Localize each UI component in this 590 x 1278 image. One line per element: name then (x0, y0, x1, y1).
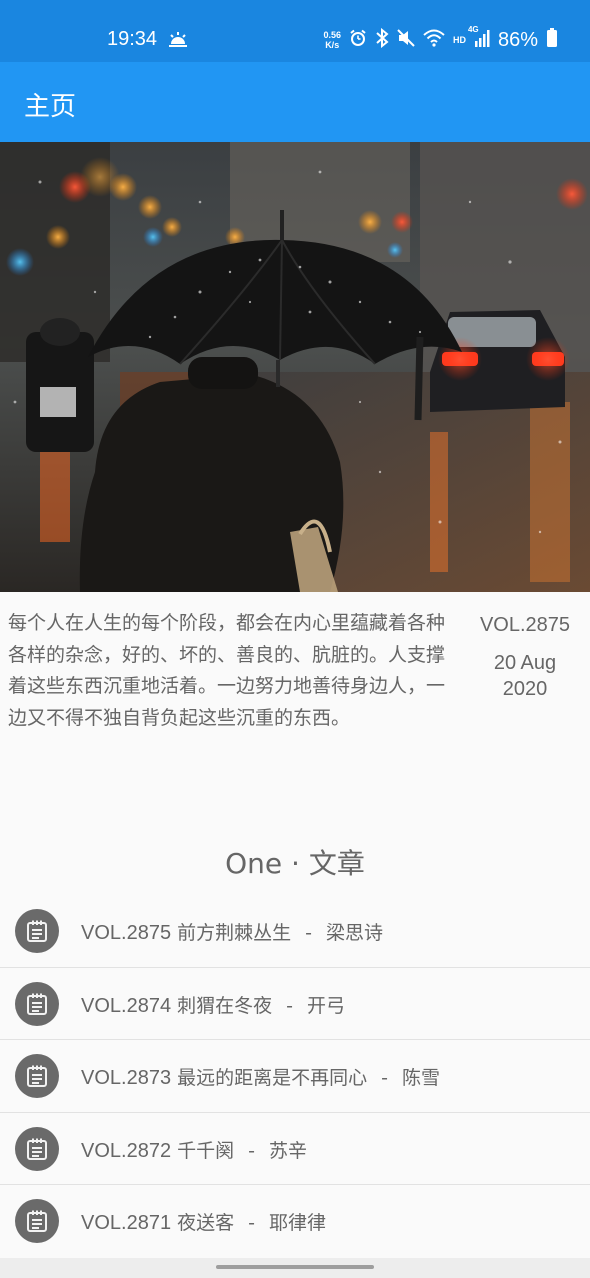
mute-icon (397, 29, 415, 51)
article-vol: VOL.2873 (81, 1067, 172, 1089)
network-type: 4G (467, 25, 479, 34)
article-text: VOL.2874 刺猬在冬夜 - 开弓 (81, 991, 345, 1018)
article-list-item[interactable]: VOL.2871 夜送客 - 耶律律 (0, 1185, 590, 1258)
article-author: 耶律律 (269, 1212, 327, 1234)
net-speed-value: 0.56 (323, 30, 341, 40)
article-title: 最远的距离是不再同心 (177, 1067, 368, 1089)
notepad-icon (15, 1054, 59, 1098)
article-text: VOL.2871 夜送客 - 耶律律 (81, 1208, 326, 1235)
battery-icon (546, 28, 558, 52)
wifi-icon (423, 29, 445, 51)
article-vol: VOL.2874 (81, 994, 172, 1017)
section-title: One · 文章 (225, 847, 365, 880)
daily-summary-text: 每个人在人生的每个阶段，都会在内心里蕴藏着各种各样的杂念，好的、坏的、善良的、肮… (8, 612, 446, 729)
signal-icon: 4G (468, 25, 490, 51)
daily-volume-info: VOL.2875 20 Aug 2020 (462, 612, 588, 702)
article-list: VOL.2875 前方荆棘丛生 - 梁思诗 VOL.2874 刺猬在冬夜 - 开弓 VOL.… (0, 895, 590, 1258)
article-list-item[interactable]: VOL.2874 刺猬在冬夜 - 开弓 (0, 967, 590, 1040)
alarm-icon (349, 29, 367, 51)
article-text: VOL.2875 前方荆棘丛生 - 梁思诗 (81, 918, 383, 945)
article-separator: - (305, 922, 312, 944)
daily-date: 20 Aug 2020 (493, 652, 557, 700)
article-list-item[interactable]: VOL.2875 前方荆棘丛生 - 梁思诗 (0, 895, 590, 968)
net-speed: 0.56 K/s (323, 30, 341, 50)
bluetooth-icon (375, 27, 389, 52)
article-author: 苏辛 (269, 1139, 308, 1162)
article-author: 开弓 (307, 994, 346, 1017)
app-bar: 主页 (0, 62, 590, 142)
article-title: 夜送客 (177, 1212, 235, 1234)
notepad-icon (15, 909, 59, 953)
notepad-icon (15, 1126, 59, 1171)
article-vol: VOL.2871 (81, 1212, 172, 1234)
article-separator: - (248, 1139, 255, 1162)
battery-percent: 86% (497, 28, 538, 51)
article-vol: VOL.2875 (81, 922, 172, 944)
article-separator: - (381, 1067, 388, 1089)
article-text: VOL.2872 千千阕 - 苏辛 (81, 1136, 307, 1163)
article-list-item[interactable]: VOL.2873 最远的距离是不再同心 - 陈雪 (0, 1040, 590, 1113)
status-bar: 19:34 0.56 K/s HD 4G 86% (0, 0, 590, 62)
article-text: VOL.2873 最远的距离是不再同心 - 陈雪 (81, 1063, 440, 1090)
hero-image[interactable] (0, 142, 590, 592)
article-title: 前方荆棘丛生 (177, 922, 292, 944)
net-speed-unit: K/s (325, 40, 340, 50)
home-gesture-handle[interactable] (216, 1265, 374, 1269)
article-list-item[interactable]: VOL.2872 千千阕 - 苏辛 (0, 1112, 590, 1185)
page-title: 主页 (24, 92, 77, 122)
navigation-bar (0, 1258, 590, 1278)
status-time: 19:34 (107, 28, 158, 50)
article-title: 千千阕 (177, 1139, 235, 1162)
article-vol: VOL.2872 (81, 1139, 172, 1162)
notepad-icon (15, 981, 59, 1026)
notepad-icon (15, 1199, 59, 1243)
article-author: 陈雪 (402, 1067, 441, 1089)
article-separator: - (248, 1212, 255, 1234)
daily-vol-number: VOL.2875 (479, 614, 571, 636)
weather-sun-icon (168, 31, 188, 51)
hd-label: HD (452, 35, 466, 45)
article-title: 刺猬在冬夜 (177, 994, 273, 1017)
status-icons: 0.56 K/s HD 4G 86% (323, 25, 558, 54)
article-separator: - (286, 994, 293, 1017)
article-author: 梁思诗 (326, 922, 384, 944)
